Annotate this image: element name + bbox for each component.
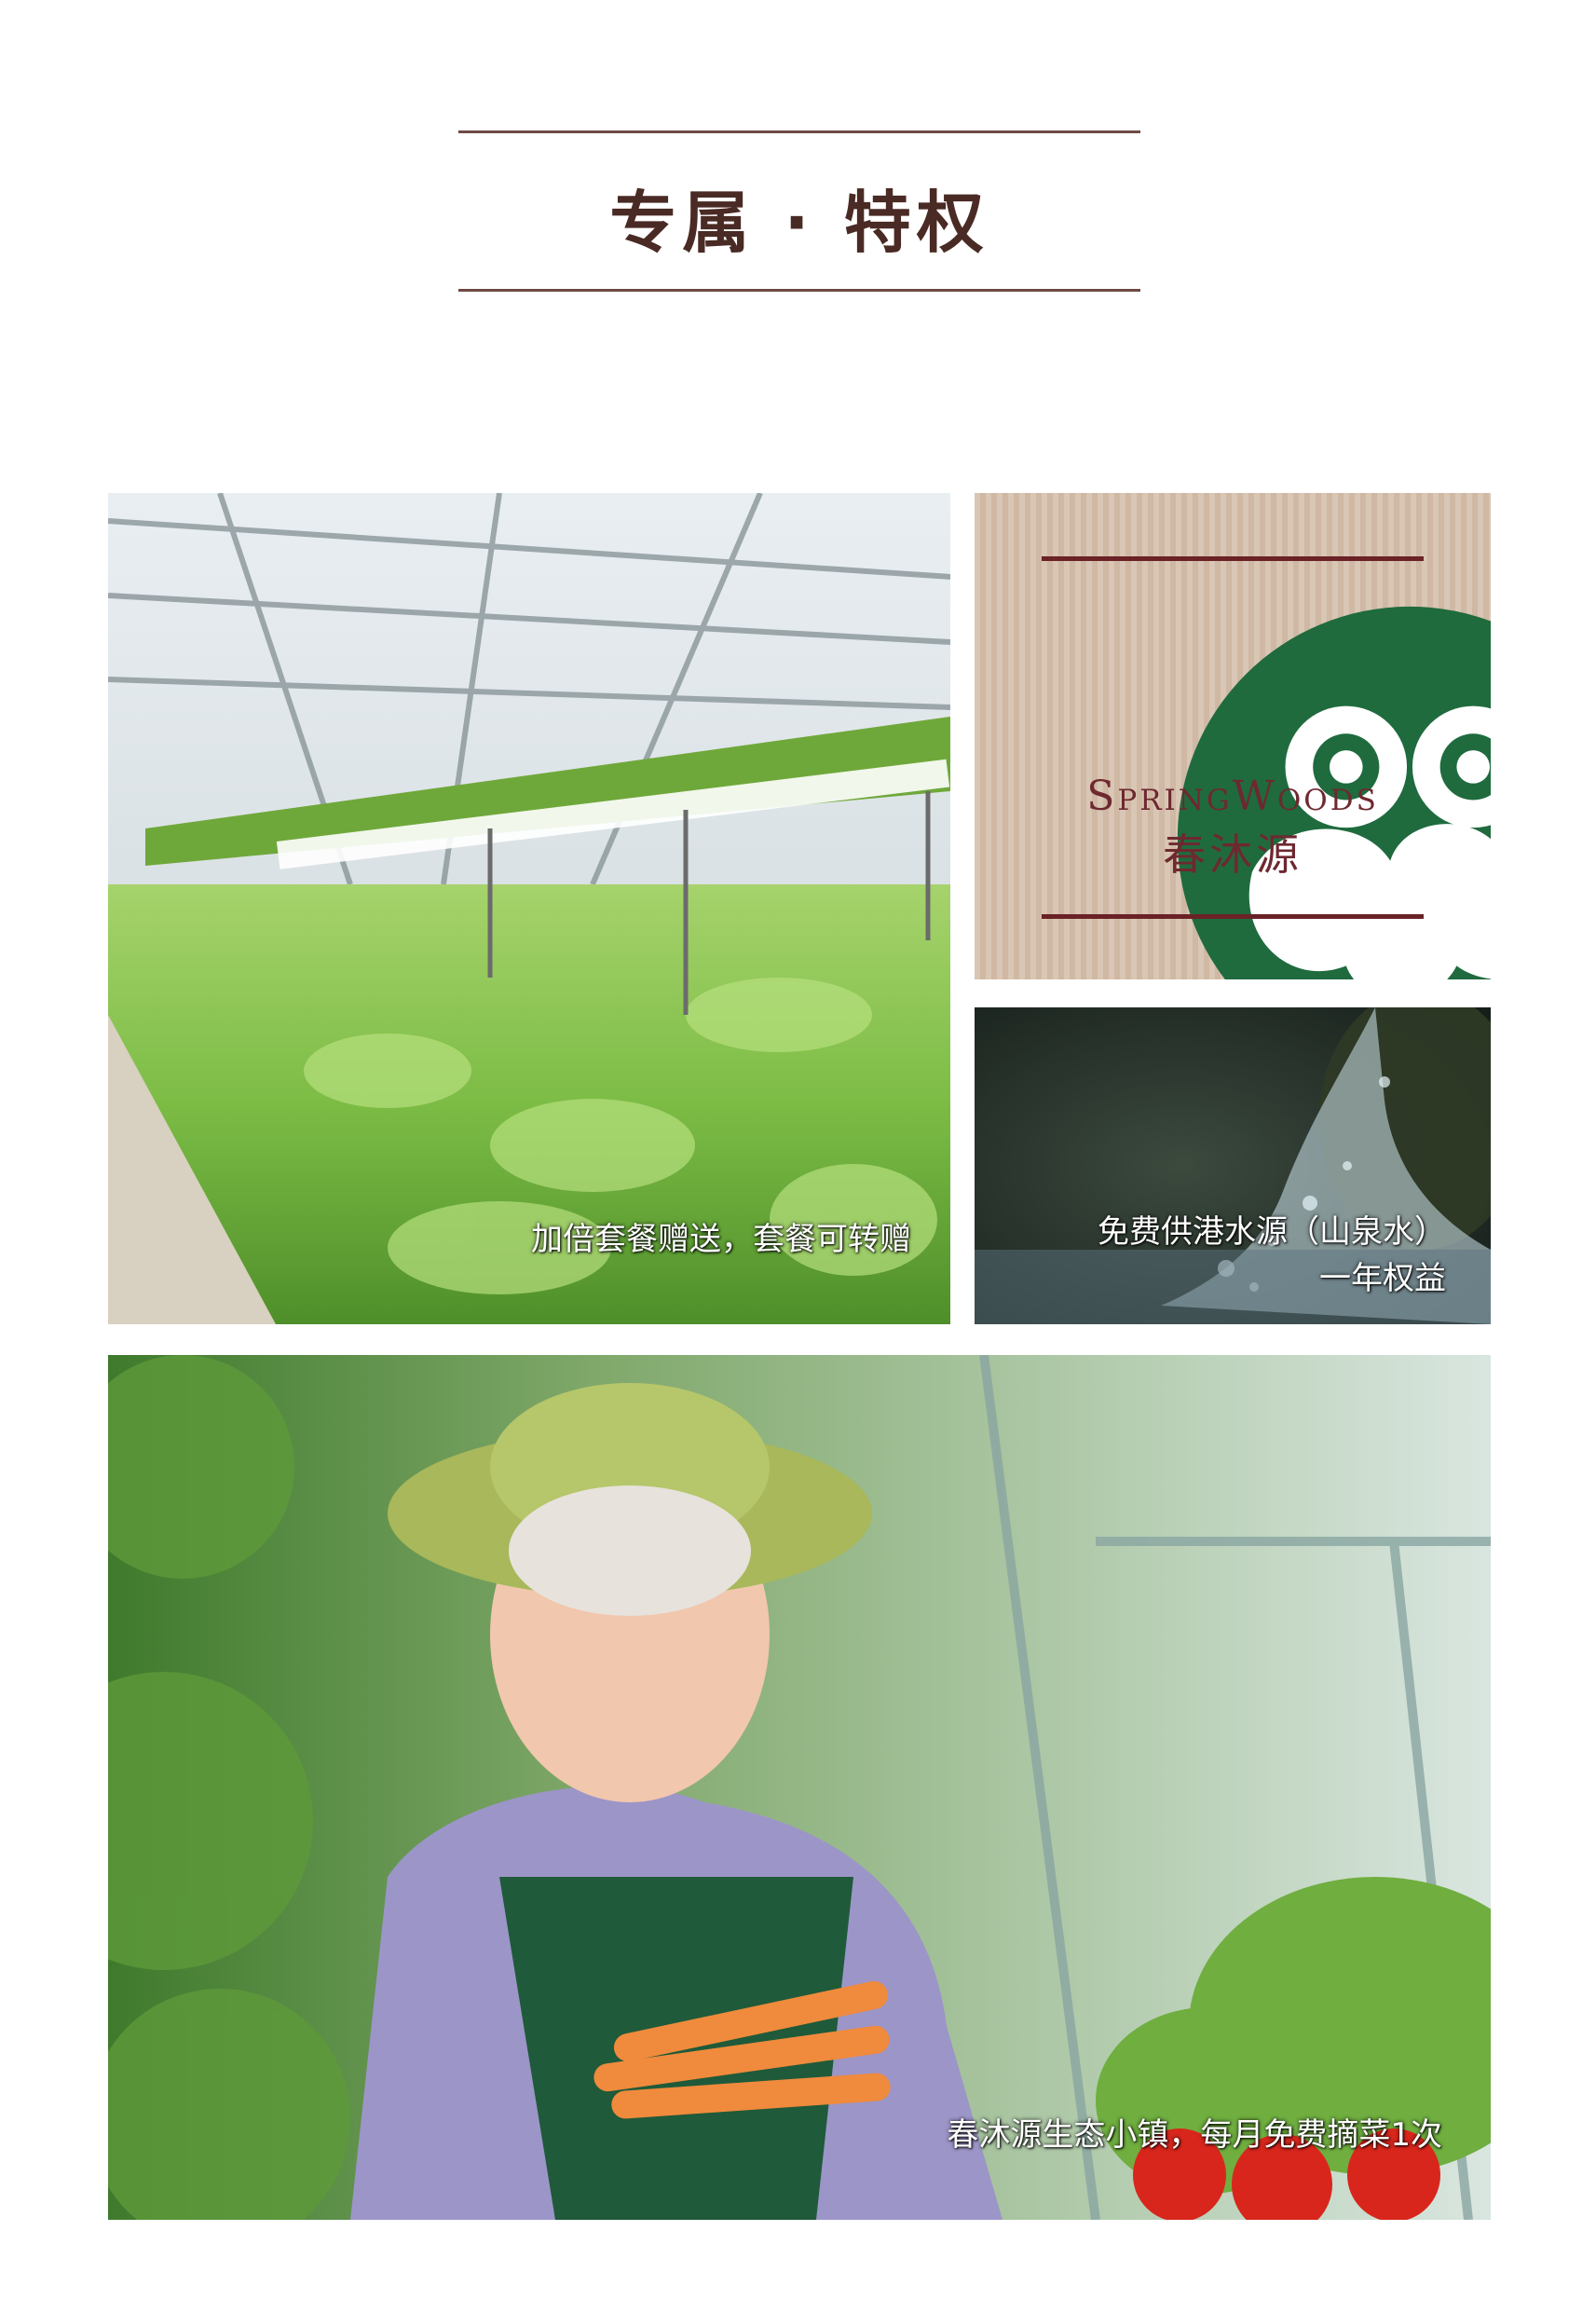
farmer-caption: 春沐源生态小镇，每月免费摘菜1次 bbox=[947, 2116, 1442, 2154]
page-title: 专属 · 特权 bbox=[609, 184, 989, 262]
water-caption-line1: 免费供港水源（山泉水） bbox=[1098, 1213, 1446, 1251]
brand-panel: SpringWoods 春沐源 bbox=[975, 493, 1491, 979]
spring-water-photo: 免费供港水源（山泉水） 一年权益 bbox=[975, 1007, 1491, 1324]
brand-name-cn: 春沐源 bbox=[1163, 829, 1303, 880]
greenhouse-caption: 加倍套餐赠送，套餐可转赠 bbox=[531, 1221, 911, 1258]
title-bottom-rule bbox=[458, 289, 1140, 292]
title-top-rule bbox=[458, 130, 1140, 133]
water-caption-line2: 一年权益 bbox=[1319, 1260, 1446, 1297]
brand-top-rule bbox=[1042, 556, 1424, 561]
brand-bottom-rule bbox=[1042, 914, 1424, 919]
water-caption: 免费供港水源（山泉水） 一年权益 bbox=[1098, 1209, 1446, 1302]
farmer-photo: 春沐源生态小镇，每月免费摘菜1次 bbox=[108, 1355, 1491, 2220]
brand-name: SpringWoods bbox=[1086, 773, 1379, 820]
greenhouse-photo: 加倍套餐赠送，套餐可转赠 bbox=[108, 493, 950, 1324]
